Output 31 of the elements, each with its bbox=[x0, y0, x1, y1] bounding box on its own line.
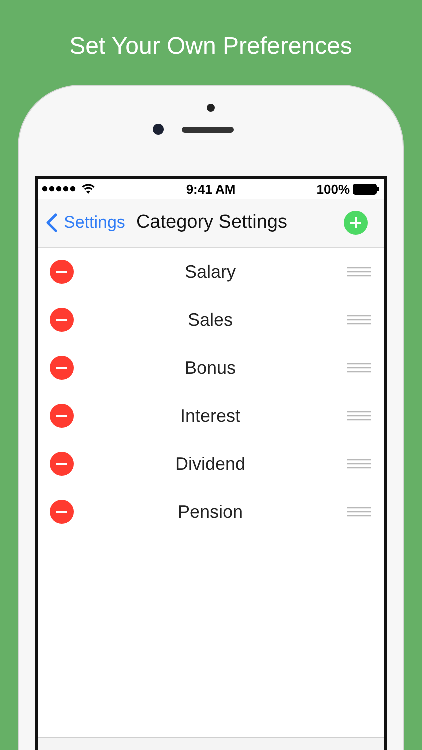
status-time: 9:41 AM bbox=[186, 182, 236, 196]
drag-handle-icon[interactable] bbox=[347, 507, 371, 517]
battery-icon bbox=[353, 184, 380, 194]
delete-icon[interactable] bbox=[50, 404, 74, 428]
speaker-icon bbox=[182, 126, 234, 132]
drag-handle-icon[interactable] bbox=[347, 363, 371, 373]
camera-icon bbox=[152, 124, 164, 135]
drag-handle-icon[interactable] bbox=[347, 267, 371, 277]
chevron-icon[interactable] bbox=[46, 213, 58, 233]
drag-handle-icon[interactable] bbox=[347, 459, 371, 469]
add-icon[interactable] bbox=[344, 211, 368, 235]
category-name: Pension bbox=[176, 502, 244, 522]
delete-icon[interactable] bbox=[50, 452, 74, 476]
headline: Set Your Own Preferences bbox=[70, 32, 352, 62]
nav-title: Category Settings bbox=[136, 212, 288, 234]
sensor-dot-icon bbox=[207, 104, 215, 112]
category-name: Dividend bbox=[174, 454, 247, 474]
back-button[interactable]: Settings bbox=[46, 213, 126, 233]
signal-icon bbox=[42, 186, 76, 192]
delete-icon[interactable] bbox=[50, 260, 74, 284]
delete-icon[interactable] bbox=[50, 308, 74, 332]
wifi-icon bbox=[82, 184, 95, 194]
drag-handle-icon[interactable] bbox=[347, 411, 371, 421]
delete-icon[interactable] bbox=[50, 356, 74, 380]
category-name: Interest bbox=[179, 406, 242, 426]
category-name: Salary bbox=[184, 262, 238, 282]
battery-percent: 100% bbox=[316, 182, 350, 196]
category-name: Sales bbox=[186, 310, 234, 330]
drag-handle-icon[interactable] bbox=[347, 315, 371, 325]
category-name: Bonus bbox=[184, 358, 238, 378]
delete-icon[interactable] bbox=[50, 500, 74, 524]
